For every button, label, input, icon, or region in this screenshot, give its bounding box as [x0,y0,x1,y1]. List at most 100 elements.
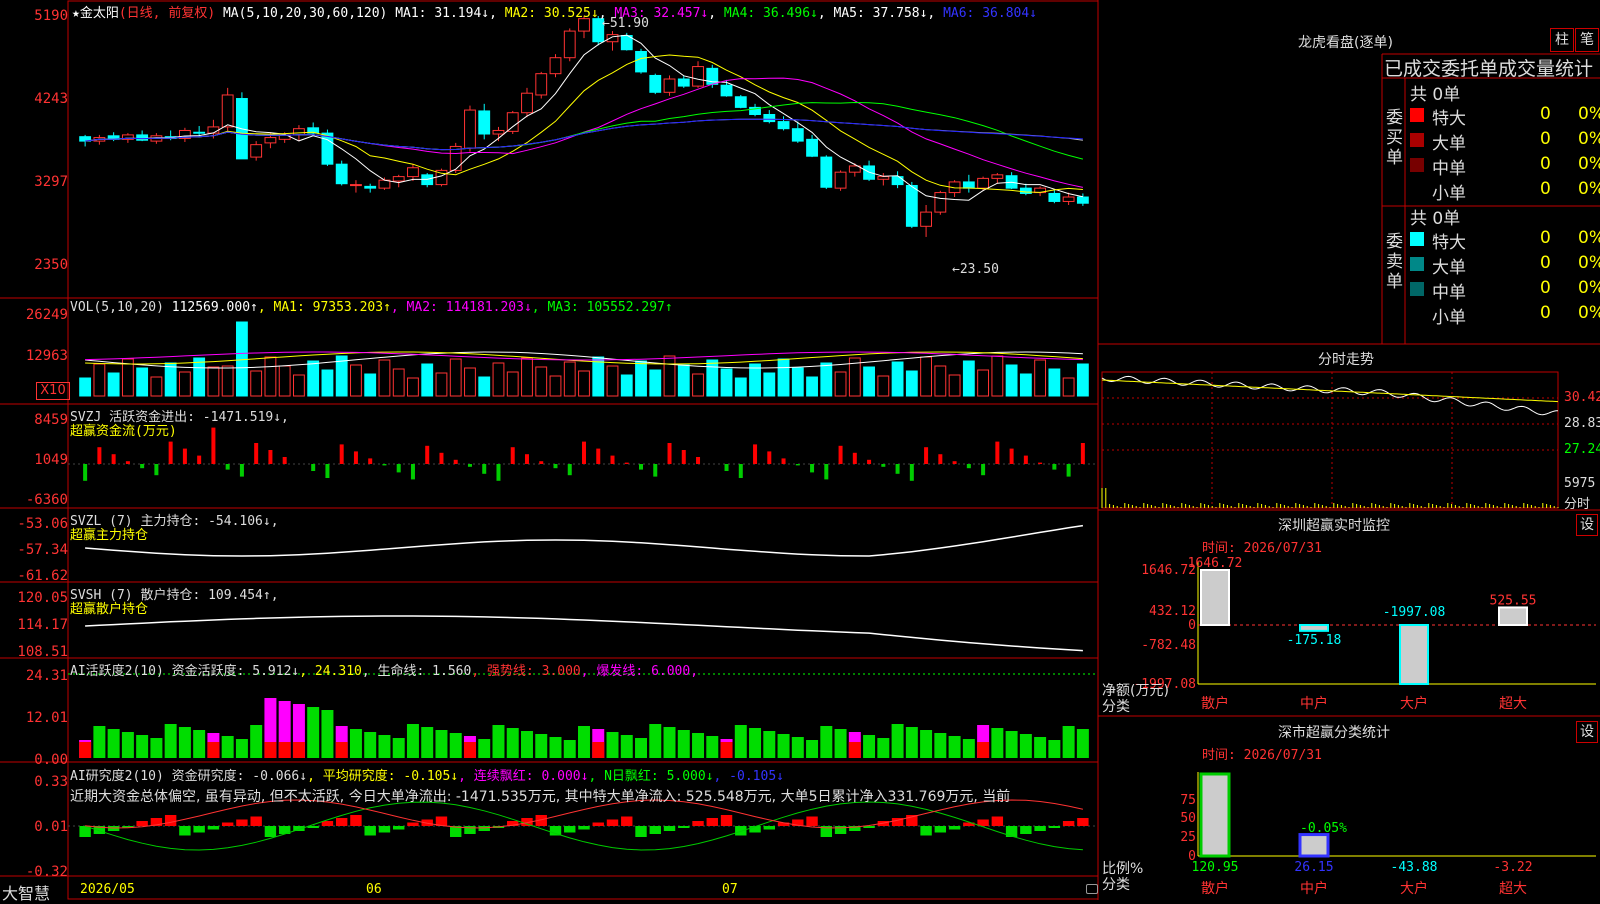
svzj-bar [396,464,401,473]
candle-body [478,110,491,135]
ai2-legend-4: , -0.105↓ [713,769,784,784]
volume-bar [421,363,434,397]
candle-body [649,74,662,93]
right-panel-title: 龙虎看盘(逐单) [1298,35,1393,51]
ai2-bar [991,816,1004,826]
vol-legend-4: , MA3: 105552.297↑ [531,300,673,315]
svzj-bar [1009,448,1014,464]
monitor-y-tick: 0 [1188,618,1196,633]
ai2-bar [1034,826,1046,831]
sell-side-label: 委卖单 [1386,232,1403,292]
ai1-bar [107,729,120,758]
candle-body [378,179,391,189]
buy-swatch [1410,183,1424,197]
ai2-bar [364,826,376,836]
ai2-bar [250,816,262,826]
candle-body [521,92,533,114]
ai2-bar [179,826,191,836]
ma6-label: MA6: 36.804↓ [943,6,1037,21]
ai1-bar [1034,737,1047,758]
svzj-bar [496,464,501,481]
candle-body [677,78,690,87]
svsh-y-tick: 114.17 [17,617,68,633]
ai2-y-tick: 0.01 [34,819,68,835]
ai1-bar-base [264,742,277,758]
ai1-bar [620,735,633,758]
volume-bar [563,361,576,397]
stock-star: ★ [72,6,80,21]
candle-body [635,50,647,73]
classify-bar [1298,833,1330,858]
ai2-bar [678,826,690,828]
ai1-bar [734,725,747,758]
ai1-bar [863,735,876,758]
ai2-legend: AI研究度2(10) 资金研究度: -0.066↓, 平均研究度: -0.105… [70,765,784,784]
sell-swatch [1410,257,1424,271]
buy-total: 共 0单 [1410,85,1461,105]
ai1-bar [777,734,790,758]
classify-y-tick: 25 [1180,830,1196,845]
candle-body [193,131,206,134]
intraday-avg-line [1101,379,1559,403]
ai1-bar [378,735,391,758]
buy-row-pct: 0% [1578,154,1600,174]
volume-bar [506,371,519,397]
buy-row-count: 0 [1540,179,1551,199]
svzj-bar [610,455,615,464]
ai1-bar [578,726,590,758]
ai2-bar [920,826,932,836]
buy-row-count: 0 [1540,154,1551,174]
high-price-label: ←51.90 [602,16,649,31]
lock-icon[interactable] [1086,884,1098,894]
volume-bar [321,369,334,397]
ai2-bar [1048,826,1061,828]
sell-row-pct: 0% [1578,303,1600,323]
ai2-bar [207,826,220,830]
buy-row-pct: 0% [1578,104,1600,124]
monitor-value-label: -1997.08 [1383,605,1446,620]
monitor-settings-button[interactable]: 设 [1576,514,1598,536]
volume-bar [720,368,733,397]
stats-tab-title[interactable]: 已成交委托单成交量统计 [1384,54,1593,81]
candle-body [934,192,947,213]
candle-body [791,128,804,142]
svzj-bar [425,445,430,464]
classify-time: 时间: 2026/07/31 [1202,748,1322,763]
volume-bar [977,369,990,397]
brand-logo[interactable]: 大智慧 [2,880,50,904]
candle-body [905,184,918,227]
candle-body [563,30,576,59]
volume-bar [107,372,120,397]
ai1-bar-base [207,742,220,758]
pen-mode-button[interactable]: 笔 [1575,28,1599,52]
ai1-bar-base [278,742,291,758]
ai1-bar-base [592,742,605,758]
stock-name[interactable]: 金太阳 [80,6,119,21]
bar-mode-button[interactable]: 柱 [1550,28,1574,52]
ai1-bar [635,738,648,758]
ai2-bar [378,826,391,833]
classify-settings-button[interactable]: 设 [1576,721,1598,743]
buy-swatch [1410,108,1424,122]
svzj-bar [582,441,586,464]
ai1-bar [820,726,833,758]
ai2-bar [350,815,362,826]
candle-body [136,134,149,141]
sell-row-name: 特大 [1432,233,1466,253]
ai2-bar [1062,821,1075,826]
ma5-label: MA5: 37.758↓ [833,6,928,21]
ai1-bar [136,735,149,758]
svzj-bar [938,454,943,464]
ai1-bar [221,736,234,758]
svzj-bar [524,454,529,464]
monitor-category-label: 超大 [1499,696,1527,712]
intraday-y-tick: 30.42 [1564,390,1600,405]
classify-y-tick: 75 [1180,793,1196,808]
sell-row-count: 0 [1540,303,1551,323]
ai2-bar [264,826,277,837]
ai1-bar [449,733,462,758]
ai2-bar [321,821,334,826]
ai2-bar [706,818,718,826]
volume-bar [806,376,818,397]
svzl-y-tick: -61.62 [17,568,68,584]
